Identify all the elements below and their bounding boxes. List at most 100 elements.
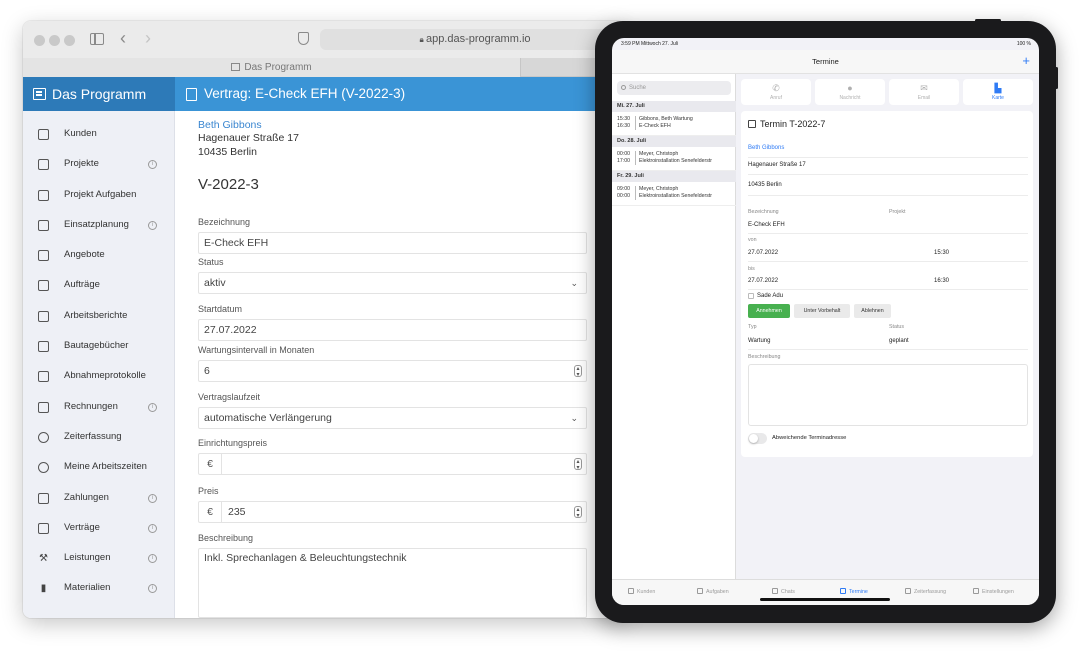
preis-input[interactable]: €235 ▴ ▾ [198, 501, 587, 523]
add-appointment-button[interactable]: + [1022, 53, 1030, 68]
beschreibung-textarea[interactable]: Inkl. Sprechanlagen & Beleuchtungstechni… [198, 548, 587, 618]
action-label: Karte [992, 95, 1004, 101]
participant-checkbox[interactable] [748, 293, 754, 299]
tab-zeiterfassung-icon [905, 588, 911, 594]
action-nachricht-button[interactable]: ● Nachricht [815, 79, 885, 105]
tab-aufgaben[interactable]: Aufgaben [697, 588, 729, 595]
sidebar-item-kunden[interactable]: Kunden [23, 119, 175, 149]
sidebar-item-bautagebücher[interactable]: Bautagebücher [23, 331, 175, 361]
sidebar-toggle-icon[interactable] [90, 33, 104, 45]
appointment-description: Gibbons, Beth Wartung E-Check EFH [639, 116, 693, 130]
action-karte-button[interactable]: ▙ Karte [963, 79, 1033, 105]
wartungsintervall-input[interactable]: 6 ▴ ▾ [198, 360, 587, 382]
tab-zeiterfassung[interactable]: Zeiterfassung [905, 588, 946, 595]
tab-label: Termine [849, 589, 868, 595]
info-icon[interactable]: i [148, 584, 157, 594]
sidebar-item-label: Zahlungen [64, 491, 109, 503]
sidebar-item-einsatzplanung[interactable]: Einsatzplanung i [23, 210, 175, 240]
customer-link[interactable]: Beth Gibbons [748, 145, 784, 151]
sidebar-item-label: Materialien [64, 582, 111, 594]
tab-chats[interactable]: Chats [772, 588, 795, 595]
bezeichnung-label: Bezeichnung [748, 209, 779, 215]
appointment-list-item[interactable]: 00:00 17:00 Meyer, Christoph Elektroinstall… [612, 147, 736, 171]
appointment-list-item[interactable]: 09:00 00:00 Meyer, Christoph Elektroinstall… [612, 182, 736, 206]
address-toggle[interactable] [748, 433, 767, 444]
decline-button[interactable]: Ablehnen [854, 304, 891, 318]
bis-time[interactable]: 16:30 [934, 278, 949, 284]
status-value: aktiv [204, 277, 226, 289]
info-icon[interactable]: i [148, 523, 157, 533]
forward-icon[interactable]: › [145, 29, 151, 47]
day-header: Do. 28. Juli [612, 136, 736, 147]
bezeichnung-value[interactable]: E-Check EFH [748, 222, 785, 228]
beschreibung-textarea[interactable] [748, 364, 1028, 426]
privacy-shield-icon[interactable] [298, 32, 309, 45]
appointment-list-item[interactable]: 15:30 16:30 Gibbons, Beth Wartung E-Check E… [612, 112, 736, 136]
status-bar: 3:59 PM Mittwoch 27. Juli 100 % [612, 38, 1039, 50]
einrichtungspreis-input[interactable]: € ▴ ▾ [198, 453, 587, 475]
bezeichnung-input[interactable]: E-Check EFH [198, 232, 587, 254]
startdatum-input[interactable]: 27.07.2022 [198, 319, 587, 341]
minimize-window-button[interactable] [49, 35, 60, 46]
back-icon[interactable]: ‹ [120, 29, 126, 47]
sidebar-item-verträge[interactable]: Verträge i [23, 513, 175, 543]
sidebar-item-leistungen[interactable]: ⚒ Leistungen i [23, 543, 175, 573]
sidebar-item-arbeitsberichte[interactable]: Arbeitsberichte [23, 301, 175, 331]
customer-link[interactable]: Beth Gibbons [198, 119, 262, 131]
von-time[interactable]: 15:30 [934, 250, 949, 256]
tab-einstellungen[interactable]: Einstellungen [973, 588, 1014, 595]
brand-header[interactable]: Das Programm [23, 77, 175, 111]
zoom-window-button[interactable] [64, 35, 75, 46]
page-header: Vertrag: E-Check EFH (V-2022-3) [175, 77, 625, 111]
stepper-icon[interactable]: ▴ ▾ [574, 506, 582, 519]
sidebar-item-aufträge[interactable]: Aufträge [23, 270, 175, 300]
appointment-line2: Elektroinstallation Senefelderstr [639, 193, 712, 199]
close-window-button[interactable] [34, 35, 45, 46]
sidebar-item-meine-arbeitszeiten[interactable]: Meine Arbeitszeiten [23, 452, 175, 482]
tab-kunden[interactable]: Kunden [628, 588, 655, 595]
info-icon[interactable]: i [148, 220, 157, 230]
appointment-list-pane: Suche Mi. 27. Juli 15:30 16:30 Gibbons, Bet… [612, 74, 736, 579]
bis-date[interactable]: 27.07.2022 [748, 278, 778, 284]
info-icon[interactable]: i [148, 160, 157, 170]
sidebar-item-angebote[interactable]: Angebote [23, 240, 175, 270]
vertragslaufzeit-select[interactable]: automatische Verlängerung ⌄ [198, 407, 587, 429]
tab-termine[interactable]: Termine [840, 588, 868, 595]
info-icon[interactable]: i [148, 554, 157, 564]
stepper-icon[interactable]: ▴ ▾ [574, 458, 582, 471]
appointment-title-text: Termin T-2022-7 [760, 119, 826, 129]
von-date[interactable]: 27.07.2022 [748, 250, 778, 256]
sidebar-menu: Kunden Projekte i Projekt Aufgaben Einsatzpl… [23, 119, 175, 604]
einrichtungspreis-label: Einrichtungspreis [198, 438, 268, 448]
sidebar-item-rechnungen[interactable]: Rechnungen i [23, 392, 175, 422]
tab-label: Einstellungen [982, 589, 1014, 595]
search-input[interactable]: Suche [617, 81, 731, 95]
sidebar-item-materialien[interactable]: ▮ Materialien i [23, 573, 175, 603]
address-bar[interactable]: 🔒︎ app.das-programm.io [320, 29, 625, 50]
sidebar-item-projekte[interactable]: Projekte i [23, 149, 175, 179]
info-icon[interactable]: i [148, 402, 157, 412]
sidebar-item-projekt-aufgaben[interactable]: Projekt Aufgaben [23, 180, 175, 210]
sidebar-item-zahlungen[interactable]: Zahlungen i [23, 483, 175, 513]
sidebar-item-abnahmeprotokolle[interactable]: Abnahmeprotokolle [23, 361, 175, 391]
preis-label: Preis [198, 486, 219, 496]
ipad-device: 3:59 PM Mittwoch 27. Juli 100 % Termine … [595, 19, 1058, 623]
action-anruf-button[interactable]: ✆ Anruf [741, 79, 811, 105]
ipad-nav-bar: Termine + [612, 50, 1039, 74]
appointment-description: Meyer, Christoph Elektroinstallation Sene… [639, 186, 712, 200]
stepper-icon[interactable]: ▴ ▾ [574, 365, 582, 378]
document-icon [748, 120, 756, 128]
accept-button[interactable]: Annehmen [748, 304, 790, 318]
appointment-times: 15:30 16:30 [617, 116, 630, 130]
reserve-button[interactable]: Unter Vorbehalt [794, 304, 850, 318]
status-select[interactable]: aktiv ⌄ [198, 272, 587, 294]
sidebar-item-label: Einsatzplanung [64, 218, 129, 230]
info-icon[interactable]: i [148, 493, 157, 503]
browser-tab[interactable]: Das Programm [23, 58, 521, 77]
sidebar-item-zeiterfassung[interactable]: Zeiterfassung [23, 422, 175, 452]
appointment-line1: Meyer, Christoph [639, 151, 679, 157]
divider [748, 195, 1028, 196]
typ-value[interactable]: Wartung [748, 338, 770, 344]
status-value[interactable]: geplant [889, 338, 909, 344]
action-email-button[interactable]: ✉ Email [889, 79, 959, 105]
